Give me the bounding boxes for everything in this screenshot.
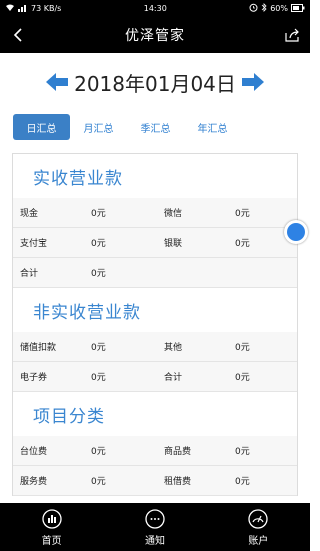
nav-notifications-label: 通知	[144, 535, 165, 547]
row-value: 0元	[235, 447, 250, 457]
row-value: 0元	[91, 373, 106, 383]
table-row: 支付宝 0元 银联 0元	[13, 228, 297, 258]
row-value: 0元	[235, 373, 250, 383]
table-row: 储值扣款 0元 其他 0元	[13, 332, 297, 362]
status-time: 14:30	[143, 4, 167, 13]
row-label: 合计	[20, 269, 39, 279]
row-label: 储值扣款	[20, 343, 57, 353]
nav-account[interactable]: 账户	[218, 508, 298, 547]
nav-home[interactable]: 首页	[12, 508, 92, 547]
row-value: 0元	[91, 343, 106, 353]
summary-tabs: 日汇总 月汇总 季汇总 年汇总	[0, 111, 310, 143]
section-title-received: 实收营业款	[13, 153, 297, 198]
tab-yearly[interactable]: 年汇总	[184, 114, 241, 140]
row-label: 银联	[164, 239, 183, 249]
network-speed: 73 KB/s	[31, 4, 62, 13]
chat-icon	[144, 508, 166, 530]
floating-assistive-button[interactable]	[284, 220, 308, 244]
share-button[interactable]	[282, 25, 302, 45]
status-bar: 73 KB/s 14:30 60%	[0, 0, 310, 17]
summary-card: 实收营业款 现金 0元 微信 0元 支付宝 0元 银联 0元 合计 0元 非实收…	[12, 153, 298, 496]
row-label: 电子券	[20, 373, 48, 383]
chart-icon	[41, 508, 63, 530]
tab-quarterly[interactable]: 季汇总	[127, 114, 184, 140]
section-title-category: 项目分类	[13, 392, 297, 436]
table-row: 台位费 0元 商品费 0元	[13, 436, 297, 466]
app-header: 优泽管家	[0, 17, 310, 53]
battery-icon	[290, 3, 305, 14]
row-value: 0元	[91, 447, 106, 457]
assistive-dot-icon	[287, 223, 305, 241]
row-label: 微信	[164, 209, 183, 219]
table-row: 电子券 0元 合计 0元	[13, 362, 297, 392]
tab-daily[interactable]: 日汇总	[13, 114, 70, 140]
nav-account-label: 账户	[248, 535, 269, 547]
table-row: 现金 0元 微信 0元	[13, 198, 297, 228]
battery-percent: 60%	[270, 4, 288, 13]
row-value: 0元	[235, 477, 250, 487]
bottom-navigation: 首页 通知 账户	[0, 503, 310, 551]
row-label: 合计	[164, 373, 183, 383]
row-label: 服务费	[20, 477, 48, 487]
row-label: 台位费	[20, 447, 48, 457]
row-value: 0元	[91, 209, 106, 219]
row-label: 现金	[20, 209, 39, 219]
row-label: 其他	[164, 343, 183, 353]
row-label: 租借费	[164, 477, 192, 487]
date-selector: 2018年01月04日	[0, 53, 310, 111]
gauge-icon	[247, 508, 269, 530]
bluetooth-icon	[261, 3, 267, 14]
row-label: 商品费	[164, 447, 192, 457]
prev-date-button[interactable]	[46, 71, 69, 93]
row-value: 0元	[235, 209, 250, 219]
nav-home-label: 首页	[41, 535, 62, 547]
section-title-non-received: 非实收营业款	[13, 288, 297, 332]
row-value: 0元	[91, 269, 106, 279]
share-icon	[285, 28, 299, 42]
nav-notifications[interactable]: 通知	[115, 508, 195, 547]
wifi-icon	[5, 4, 15, 14]
row-value: 0元	[235, 343, 250, 353]
chevron-left-icon	[13, 28, 22, 42]
back-button[interactable]	[8, 25, 28, 45]
page-title: 优泽管家	[125, 28, 185, 44]
tab-monthly[interactable]: 月汇总	[70, 114, 127, 140]
arrow-left-icon	[46, 73, 69, 91]
alarm-icon	[249, 3, 258, 14]
arrow-right-icon	[241, 73, 264, 91]
row-value: 0元	[91, 477, 106, 487]
current-date[interactable]: 2018年01月04日	[74, 68, 236, 97]
table-row: 服务费 0元 租借费 0元	[13, 466, 297, 496]
next-date-button[interactable]	[241, 71, 264, 93]
table-row: 合计 0元	[13, 258, 297, 288]
row-value: 0元	[91, 239, 106, 249]
signal-icon	[18, 4, 28, 14]
row-label: 支付宝	[20, 239, 48, 249]
